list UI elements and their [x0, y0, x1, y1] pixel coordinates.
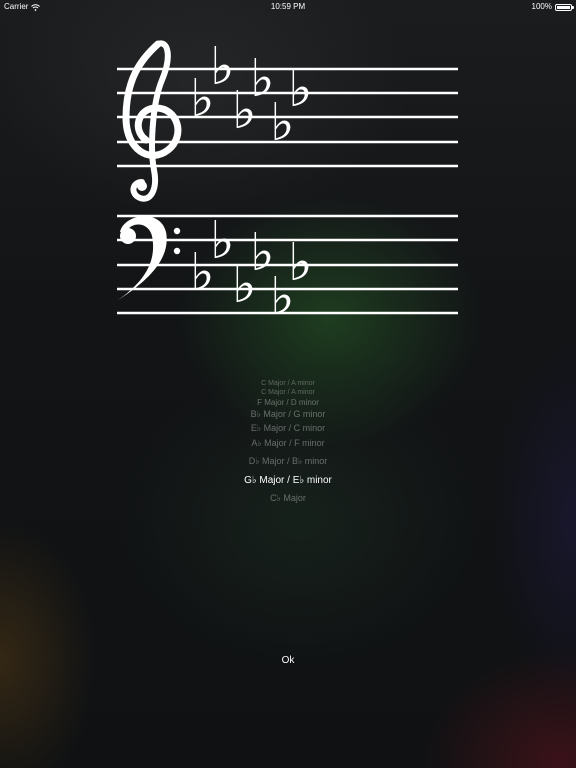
treble-flats: ♭♭♭♭♭♭ — [190, 37, 313, 153]
picker-item[interactable]: A♭ Major / F minor — [188, 438, 388, 449]
flat-icon: ♭ — [210, 37, 235, 97]
picker-item-selected[interactable]: G♭ Major / E♭ minor — [188, 475, 388, 486]
ok-button[interactable]: Ok — [268, 653, 308, 669]
bass-flats: ♭♭♭♭♭♭ — [190, 211, 313, 327]
picker-item[interactable]: B♭ Major / G minor — [188, 409, 388, 420]
picker-item[interactable]: D♭ Major / B♭ minor — [188, 456, 388, 467]
picker-item[interactable]: E♭ Major / C minor — [188, 423, 388, 434]
picker-item[interactable]: C Major / A minor — [188, 380, 388, 387]
key-signature-staff: ♭♭♭♭♭♭ ♭♭♭♭♭♭ — [117, 37, 458, 327]
flat-icon: ♭ — [288, 233, 313, 293]
treble-clef-icon — [122, 40, 182, 202]
bass-clef-icon — [118, 216, 181, 300]
picker-item[interactable]: C♭ Major — [188, 493, 388, 504]
key-picker[interactable]: C Major / A minor C Major / A minor F Majo… — [188, 376, 388, 516]
picker-item[interactable]: C Major / A minor — [188, 389, 388, 396]
flat-icon: ♭ — [288, 59, 313, 119]
flat-icon: ♭ — [210, 211, 235, 271]
picker-item[interactable]: F Major / D minor — [188, 398, 388, 407]
